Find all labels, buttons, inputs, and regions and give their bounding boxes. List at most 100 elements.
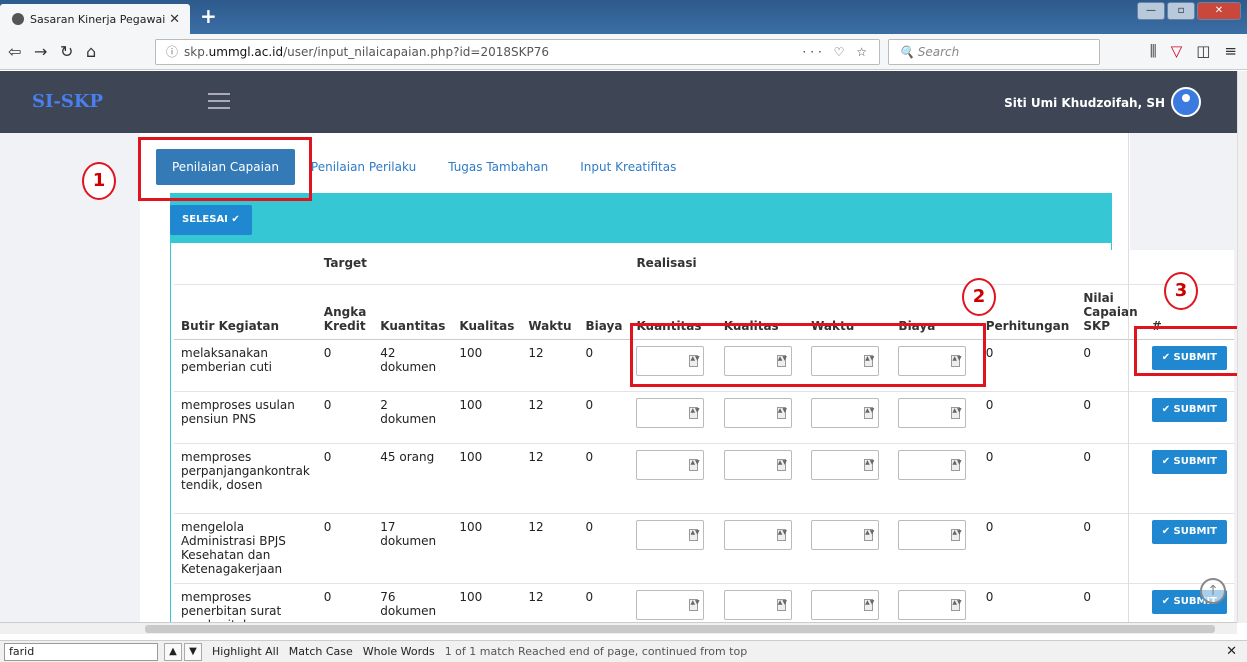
find-next-icon[interactable]: ▼ <box>184 642 202 661</box>
realisasi-biaya-input[interactable]: ▲▼ <box>898 449 967 480</box>
find-prev-icon[interactable]: ▲ <box>164 642 182 661</box>
find-close-icon[interactable]: ✕ <box>1226 644 1237 659</box>
th-empty-3 <box>1076 250 1145 285</box>
realisasi-waktu-input[interactable]: ▲▼ <box>811 589 880 620</box>
spinner-icon[interactable]: ▲▼ <box>776 406 787 419</box>
spinner-icon[interactable]: ▲▼ <box>864 458 874 471</box>
realisasi-kuantitas-input[interactable]: ▲▼ <box>636 397 705 428</box>
spinner-icon[interactable]: ▲▼ <box>776 528 787 541</box>
back-icon[interactable]: ⇦ <box>8 42 21 61</box>
spinner-icon[interactable]: ▲▼ <box>864 406 874 419</box>
realisasi-kualitas-input[interactable]: ▲▼ <box>723 397 792 428</box>
menu-icon[interactable]: ≡ <box>1224 42 1237 60</box>
realisasi-biaya-cell: ▲▼ <box>891 583 979 623</box>
spinner-icon[interactable]: ▲▼ <box>689 458 700 471</box>
whole-words-toggle[interactable]: Whole Words <box>363 645 435 658</box>
butir-cell: memproses usulan pensiun PNS <box>174 391 317 444</box>
maximize-button[interactable]: ▫ <box>1167 2 1195 20</box>
annotation-box-2 <box>630 323 986 387</box>
th-waktu: Waktu <box>521 284 579 340</box>
brand-logo[interactable]: SI-SKP <box>32 91 103 112</box>
kualitas-cell: 100 <box>452 443 522 514</box>
spinner-icon[interactable]: ▲▼ <box>776 598 787 611</box>
scroll-top-icon[interactable]: ↑ <box>1200 578 1226 604</box>
action-cell: ✔ SUBMIT <box>1144 513 1234 584</box>
match-case-toggle[interactable]: Match Case <box>289 645 353 658</box>
realisasi-biaya-input[interactable]: ▲▼ <box>898 519 967 550</box>
spinner-icon[interactable]: ▲▼ <box>951 406 962 419</box>
perhitungan-cell: 0 <box>978 391 1077 444</box>
spinner-icon[interactable]: ▲▼ <box>951 528 962 541</box>
kualitas-cell: 100 <box>452 339 522 392</box>
realisasi-kualitas-input[interactable]: ▲▼ <box>723 519 792 550</box>
realisasi-kuantitas-cell: ▲▼ <box>629 443 717 514</box>
horizontal-scrollbar[interactable] <box>0 622 1237 634</box>
spinner-icon[interactable]: ▲▼ <box>776 458 787 471</box>
realisasi-waktu-input[interactable]: ▲▼ <box>811 449 880 480</box>
realisasi-biaya-cell: ▲▼ <box>891 443 979 514</box>
tab-input-kreatifitas[interactable]: Input Kreatifitas <box>564 149 692 185</box>
th-empty <box>174 250 317 285</box>
reload-icon[interactable]: ↻ <box>60 42 73 61</box>
browser-tab[interactable]: Sasaran Kinerja Pegawai ✕ <box>0 4 190 34</box>
realisasi-waktu-input[interactable]: ▲▼ <box>811 519 880 550</box>
find-input[interactable]: farid <box>4 642 158 661</box>
realisasi-kuantitas-input[interactable]: ▲▼ <box>636 589 705 620</box>
realisasi-biaya-cell: ▲▼ <box>891 513 979 584</box>
forward-icon[interactable]: → <box>34 42 47 61</box>
realisasi-kualitas-cell: ▲▼ <box>716 513 805 584</box>
highlight-all-toggle[interactable]: Highlight All <box>212 645 279 658</box>
scrollbar-thumb[interactable] <box>145 625 1215 633</box>
realisasi-biaya-input[interactable]: ▲▼ <box>898 589 967 620</box>
selesai-button[interactable]: SELESAI ✔ <box>170 205 252 235</box>
realisasi-kualitas-input[interactable]: ▲▼ <box>723 589 792 620</box>
angka-kredit-cell: 0 <box>316 339 374 392</box>
app-header: SI-SKP Siti Umi Khudzoifah, SH <box>0 71 1237 133</box>
submit-button[interactable]: ✔ SUBMIT <box>1151 519 1227 544</box>
spinner-icon[interactable]: ▲▼ <box>689 528 700 541</box>
spinner-icon[interactable]: ▲▼ <box>689 598 700 611</box>
vertical-scrollbar[interactable] <box>1237 71 1247 623</box>
window-close-button[interactable]: ✕ <box>1197 2 1241 20</box>
th-target: Target <box>316 250 630 285</box>
realisasi-kuantitas-input[interactable]: ▲▼ <box>636 519 705 550</box>
spinner-icon[interactable]: ▲▼ <box>864 598 874 611</box>
library-icon[interactable]: ⫼ <box>1150 42 1157 60</box>
tab-close-icon[interactable]: ✕ <box>169 12 180 27</box>
hamburger-menu-icon[interactable] <box>208 93 230 114</box>
minimize-button[interactable]: — <box>1137 2 1165 20</box>
spinner-icon[interactable]: ▲▼ <box>689 406 700 419</box>
spinner-icon[interactable]: ▲▼ <box>951 458 962 471</box>
user-avatar-icon[interactable] <box>1171 87 1201 117</box>
angka-kredit-cell: 0 <box>316 443 374 514</box>
search-input[interactable]: 🔍 Search <box>888 39 1100 65</box>
user-name[interactable]: Siti Umi Khudzoifah, SH <box>1004 96 1165 110</box>
realisasi-waktu-cell: ▲▼ <box>804 443 892 514</box>
submit-button[interactable]: ✔ SUBMIT <box>1151 449 1227 474</box>
home-icon[interactable]: ⌂ <box>86 42 96 61</box>
sidebar-icon[interactable]: ◫ <box>1196 42 1210 60</box>
realisasi-biaya-cell: ▲▼ <box>891 391 979 444</box>
angka-kredit-cell: 0 <box>316 513 374 584</box>
realisasi-kuantitas-input[interactable]: ▲▼ <box>636 449 705 480</box>
search-placeholder: Search <box>917 45 960 59</box>
pocket-icon[interactable]: ▽ <box>1171 42 1183 60</box>
waktu-cell: 12 <box>521 443 579 514</box>
kuantitas-cell: 17 dokumen <box>373 513 453 584</box>
realisasi-biaya-input[interactable]: ▲▼ <box>898 397 967 428</box>
perhitungan-cell: 0 <box>978 339 1077 392</box>
tab-penilaian-perilaku[interactable]: Penilaian Perilaku <box>295 149 432 185</box>
realisasi-waktu-input[interactable]: ▲▼ <box>811 397 880 428</box>
new-tab-button[interactable]: + <box>200 4 217 28</box>
column-divider <box>1128 133 1129 623</box>
biaya-cell: 0 <box>578 443 630 514</box>
page-actions-icons[interactable]: ··· ♡ ☆ <box>802 40 871 64</box>
spinner-icon[interactable]: ▲▼ <box>951 598 962 611</box>
url-bar[interactable]: ⓘ skp.ummgl.ac.id/user/input_nilaicapaian… <box>155 39 880 65</box>
realisasi-kualitas-input[interactable]: ▲▼ <box>723 449 792 480</box>
butir-cell: melaksanakan pemberian cuti <box>174 339 317 392</box>
spinner-icon[interactable]: ▲▼ <box>864 528 874 541</box>
tab-tugas-tambahan[interactable]: Tugas Tambahan <box>432 149 564 185</box>
submit-button[interactable]: ✔ SUBMIT <box>1151 397 1227 422</box>
info-icon[interactable]: ⓘ <box>166 45 178 59</box>
